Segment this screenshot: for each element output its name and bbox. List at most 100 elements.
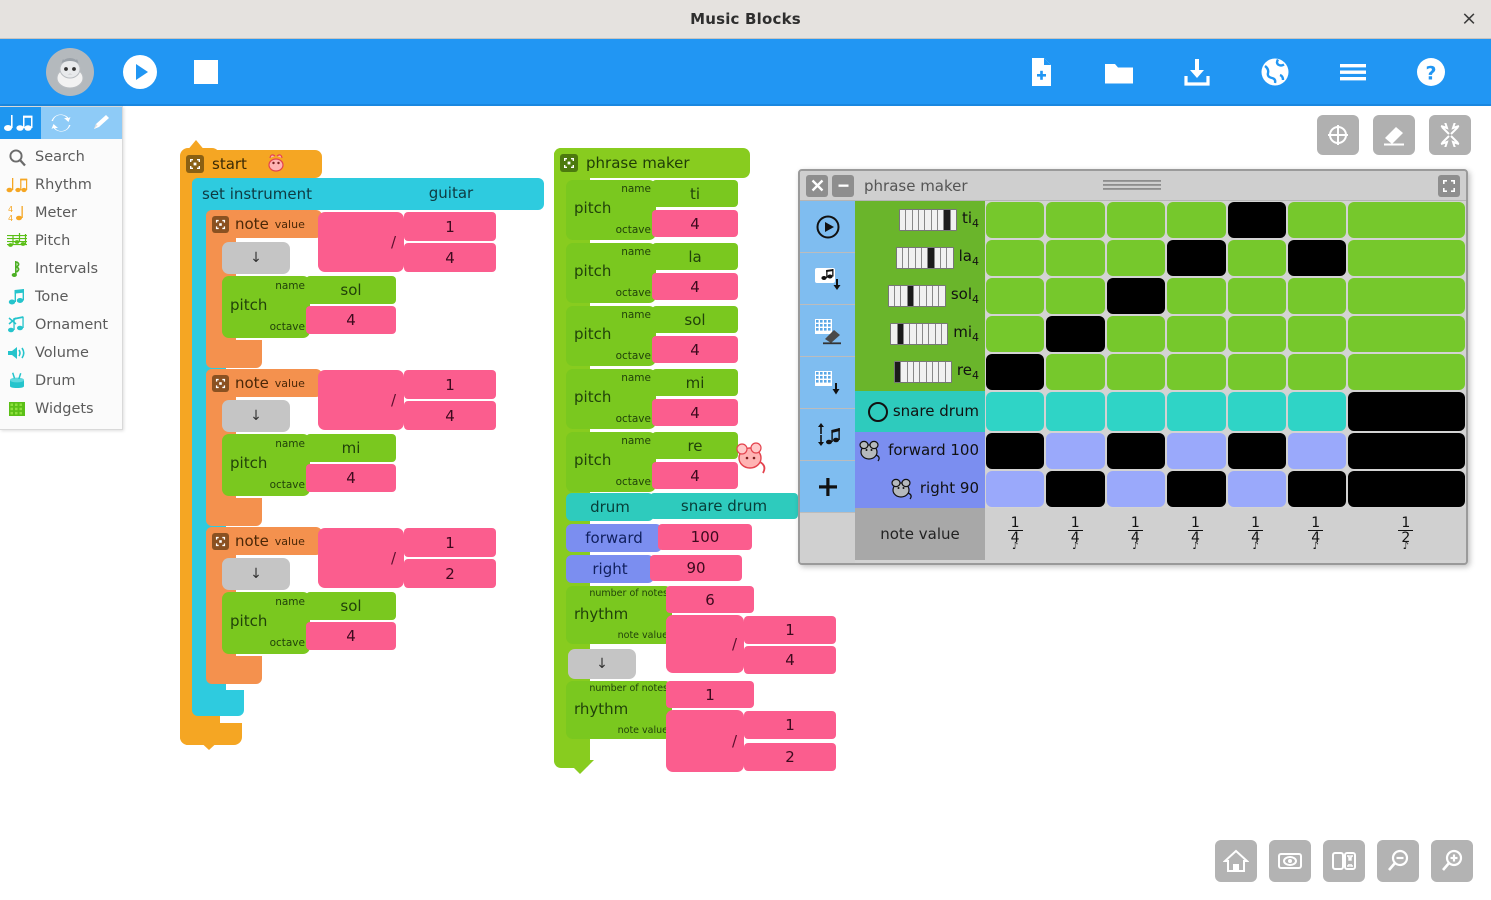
rhythm-denominator-field-2[interactable]: 2: [744, 743, 836, 771]
denominator-field-1[interactable]: 4: [404, 243, 496, 272]
rhythm-block-2[interactable]: rhythm number of notes note value: [566, 681, 672, 739]
grid-button[interactable]: [1317, 115, 1359, 155]
grid-cell[interactable]: [1167, 202, 1226, 238]
row-label-re4[interactable]: re4: [855, 353, 985, 391]
start-block-header[interactable]: start: [180, 150, 322, 178]
widget-close-button[interactable]: [806, 174, 828, 197]
grid-cell[interactable]: [1046, 392, 1105, 431]
octave-field-1[interactable]: 4: [306, 306, 396, 334]
menu-button[interactable]: [1333, 52, 1373, 92]
grid-cell[interactable]: [1167, 392, 1226, 431]
phrase-octave-field-5[interactable]: 4: [652, 462, 738, 489]
drum-block[interactable]: drum: [566, 493, 654, 521]
grid-cell[interactable]: [1046, 202, 1105, 238]
grid-cell[interactable]: [1046, 354, 1105, 390]
phrase-solfege-field-2[interactable]: la: [652, 243, 738, 270]
grid-cell[interactable]: [1106, 354, 1166, 390]
grid-cell[interactable]: [1348, 471, 1465, 507]
grid-cell[interactable]: [1106, 433, 1166, 469]
planet-button[interactable]: [1255, 52, 1295, 92]
grid-cell[interactable]: [1046, 240, 1105, 276]
numerator-field-2[interactable]: 1: [404, 370, 496, 399]
rhythm-count-field-1[interactable]: 6: [666, 586, 754, 613]
rhythm-numerator-field-2[interactable]: 1: [744, 711, 836, 739]
note-block-2-header[interactable]: note value: [206, 369, 322, 397]
grid-cell[interactable]: [1227, 433, 1286, 469]
expand-collapse-icon[interactable]: [212, 532, 229, 550]
palette-tab-refresh[interactable]: [41, 107, 82, 139]
palette-item-rhythm[interactable]: Rhythm: [0, 171, 122, 199]
zoom-out-button[interactable]: [1377, 840, 1419, 882]
play-button[interactable]: [120, 52, 160, 92]
hidden-dot-block-3[interactable]: ↓: [222, 558, 290, 590]
grid-cell[interactable]: [1227, 354, 1286, 390]
instrument-value-field[interactable]: guitar: [372, 178, 530, 208]
save-button[interactable]: [1177, 52, 1217, 92]
palette-tab-pencil[interactable]: [81, 107, 122, 139]
grid-cell[interactable]: [986, 392, 1045, 431]
palette-item-meter[interactable]: 4 4 Meter: [0, 199, 122, 227]
phrase-solfege-field-4[interactable]: mi: [652, 369, 738, 396]
widget-minimize-button[interactable]: [832, 174, 854, 197]
home-button[interactable]: [1215, 840, 1257, 882]
grid-cell[interactable]: [1287, 354, 1347, 390]
phrase-octave-field-2[interactable]: 4: [652, 273, 738, 300]
palette-item-widgets[interactable]: Widgets: [0, 395, 122, 423]
grid-cell[interactable]: [1227, 316, 1286, 352]
clear-grid-button[interactable]: [800, 305, 855, 357]
grid-cell[interactable]: [1167, 433, 1226, 469]
row-label-right-90[interactable]: right 90: [855, 470, 985, 508]
grid-cell[interactable]: [986, 316, 1045, 352]
note-value-cell[interactable]: 1 4 ♪: [1286, 508, 1346, 560]
grid-cell[interactable]: [1046, 471, 1105, 507]
rhythm-denominator-field-1[interactable]: 4: [744, 646, 836, 674]
rhythm-divide-block-2[interactable]: /: [666, 710, 744, 772]
eraser-button[interactable]: [1373, 115, 1415, 155]
grid-cell[interactable]: [1287, 240, 1347, 276]
grid-cell[interactable]: [1348, 392, 1465, 431]
phrase-pitch-block-3[interactable]: pitch name octave: [566, 306, 656, 366]
solfege-field-2[interactable]: mi: [306, 434, 396, 462]
open-folder-button[interactable]: [1099, 52, 1139, 92]
palette-item-volume[interactable]: Volume: [0, 339, 122, 367]
play-all-button[interactable]: [800, 201, 855, 253]
grid-cell[interactable]: [1348, 433, 1465, 469]
collapse-button[interactable]: [1429, 115, 1471, 155]
grid-cell[interactable]: [1106, 392, 1166, 431]
phrase-solfege-field-5[interactable]: re: [652, 432, 738, 459]
grid-cell[interactable]: [1287, 202, 1347, 238]
grid-cell[interactable]: [986, 433, 1045, 469]
grid-cell[interactable]: [1348, 316, 1465, 352]
widget-maximize-button[interactable]: [1438, 175, 1460, 197]
phrase-octave-field-4[interactable]: 4: [652, 399, 738, 426]
grid-cell[interactable]: [1167, 471, 1226, 507]
grid-cell[interactable]: [986, 240, 1045, 276]
palette-item-ornament[interactable]: Ornament: [0, 311, 122, 339]
denominator-field-2[interactable]: 4: [404, 401, 496, 430]
denominator-field-3[interactable]: 2: [404, 559, 496, 588]
rhythm-block-1[interactable]: rhythm number of notes note value: [566, 586, 672, 644]
phrase-octave-field-1[interactable]: 4: [652, 210, 738, 237]
divide-block-1[interactable]: /: [318, 212, 404, 272]
pitch-block-2[interactable]: pitch name octave: [222, 434, 310, 496]
grid-cell[interactable]: [1287, 433, 1347, 469]
forward-value-field[interactable]: 100: [658, 524, 752, 550]
phrase-pitch-block-4[interactable]: pitch name octave: [566, 369, 656, 429]
pitch-block-1[interactable]: pitch name octave: [222, 276, 310, 338]
grid-cell[interactable]: [1227, 202, 1286, 238]
grid-cell[interactable]: [1287, 278, 1347, 314]
grid-cell[interactable]: [1348, 202, 1465, 238]
grid-cell[interactable]: [1106, 278, 1166, 314]
grid-cell[interactable]: [1167, 354, 1226, 390]
expand-blocks-button[interactable]: [1323, 840, 1365, 882]
expand-collapse-icon[interactable]: [186, 155, 204, 173]
palette-item-pitch[interactable]: Pitch: [0, 227, 122, 255]
export-grid-button[interactable]: [800, 357, 855, 409]
solfege-field-1[interactable]: sol: [306, 276, 396, 304]
palette-item-drum[interactable]: Drum: [0, 367, 122, 395]
grid-cell[interactable]: [1348, 240, 1465, 276]
row-label-mi4[interactable]: mi4: [855, 315, 985, 353]
row-label-sol4[interactable]: sol4: [855, 277, 985, 315]
rhythm-count-field-2[interactable]: 1: [666, 681, 754, 708]
palette-item-search[interactable]: Search: [0, 143, 122, 171]
